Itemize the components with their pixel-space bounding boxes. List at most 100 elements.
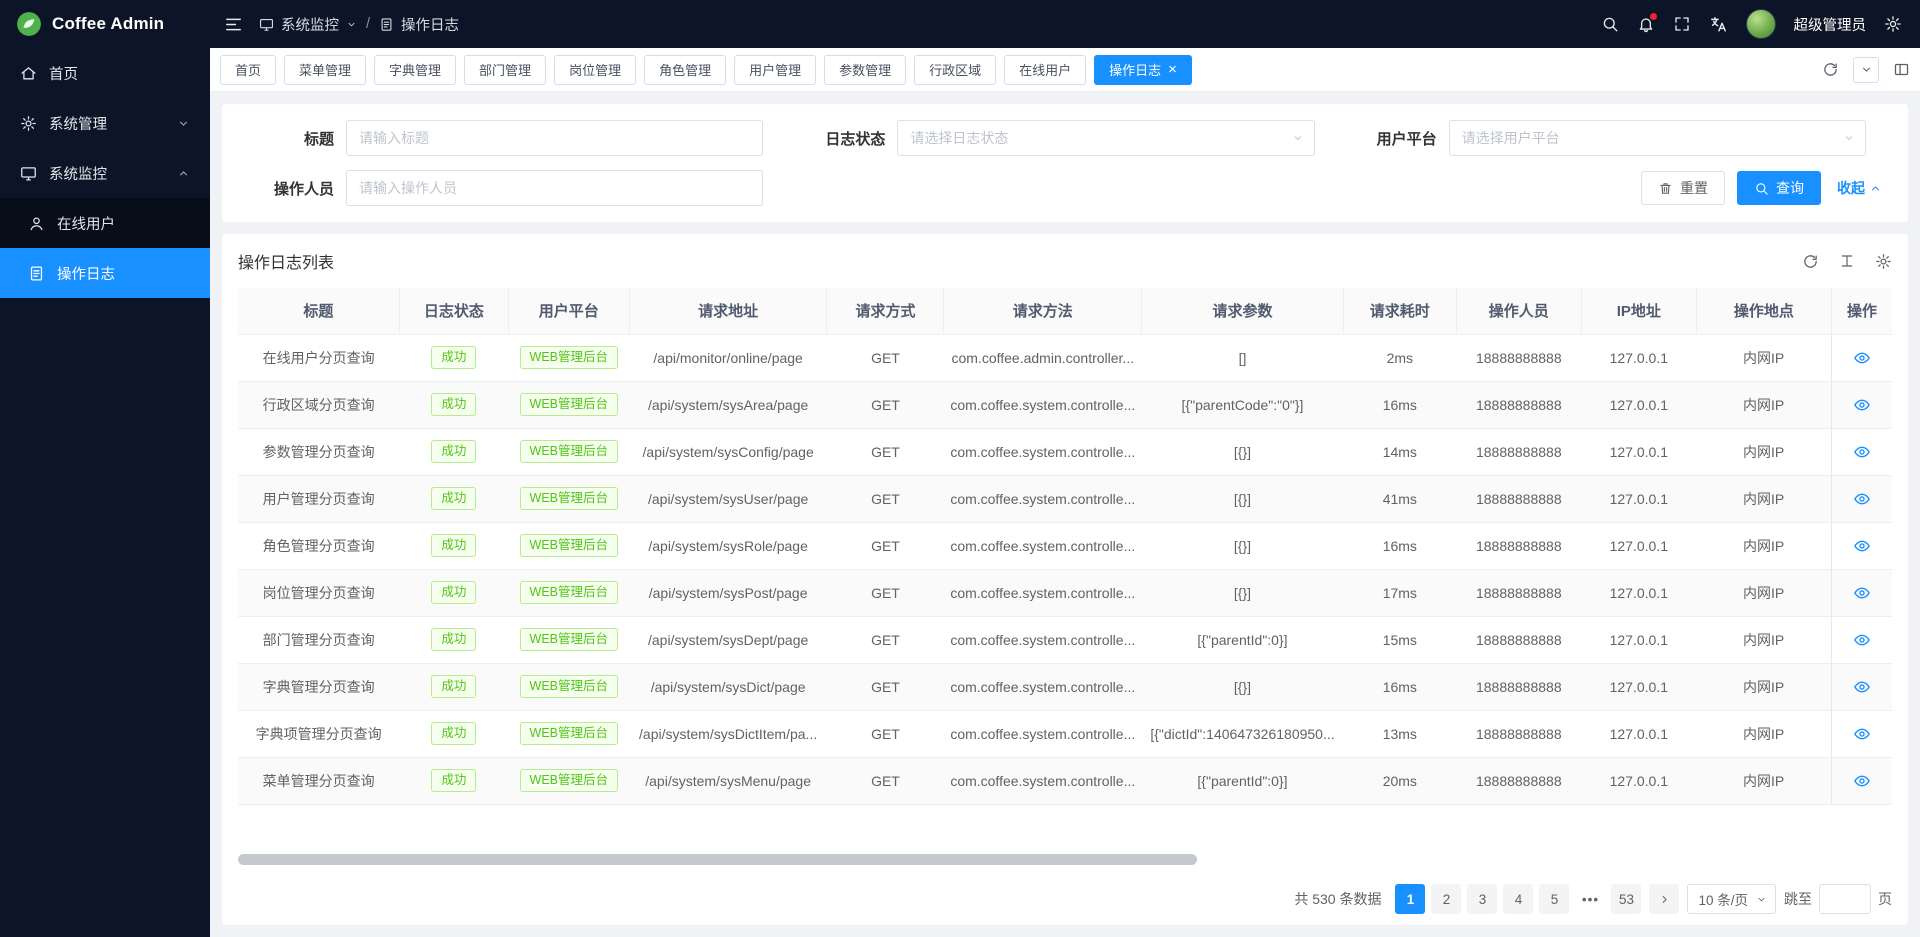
column-header: 标题 [238, 288, 399, 334]
platform-filter-select[interactable]: 请选择用户平台 [1449, 120, 1866, 156]
page-button-5[interactable]: 5 [1539, 884, 1569, 914]
refresh-tab-button[interactable] [1822, 61, 1839, 78]
cell-actions [1831, 710, 1892, 757]
operator-filter-input[interactable] [346, 170, 763, 206]
status-tag: 成功 [431, 346, 476, 369]
cell-operator: 18888888888 [1456, 428, 1581, 475]
tab-actions-dropdown[interactable] [1853, 57, 1879, 83]
platform-tag: WEB管理后台 [520, 581, 618, 604]
cell-request-method: GET [827, 334, 944, 381]
view-detail-button[interactable] [1853, 396, 1871, 414]
view-detail-button[interactable] [1853, 443, 1871, 461]
eye-icon [1853, 490, 1871, 508]
platform-tag: WEB管理后台 [520, 769, 618, 792]
collapse-filter-label: 收起 [1837, 178, 1865, 198]
scrollbar-thumb[interactable] [238, 854, 1197, 865]
cell-request-url: /api/system/sysConfig/page [629, 428, 827, 475]
chevron-down-icon[interactable] [346, 19, 357, 30]
page-button-4[interactable]: 4 [1503, 884, 1533, 914]
status-tag: 成功 [431, 534, 476, 557]
tab-参数管理[interactable]: 参数管理 [824, 55, 906, 85]
notification-badge [1650, 13, 1657, 20]
view-detail-button[interactable] [1853, 631, 1871, 649]
search-button[interactable]: 查询 [1737, 171, 1821, 205]
breadcrumb-section[interactable]: 系统监控 [281, 14, 339, 35]
sidebar-item-operation-log[interactable]: 操作日志 [0, 248, 210, 298]
tabbar: 首页 菜单管理 字典管理部门管理岗位管理角色管理用户管理参数管理行政区域在线用户操作… [210, 48, 1920, 92]
platform-tag: WEB管理后台 [520, 487, 618, 510]
language-switch-button[interactable] [1709, 15, 1728, 34]
table-row: 部门管理分页查询成功WEB管理后台/api/system/sysDept/pag… [238, 616, 1892, 663]
layout-toggle-button[interactable] [1893, 61, 1910, 78]
sidebar-item-home[interactable]: 首页 [0, 48, 210, 98]
tab-首页[interactable]: 首页 [220, 55, 276, 85]
tab-菜单管理[interactable]: 菜单管理 [284, 55, 366, 85]
page-button-2[interactable]: 2 [1431, 884, 1461, 914]
cell-platform: WEB管理后台 [508, 757, 629, 804]
title-filter-input[interactable] [346, 120, 763, 156]
page-button-53[interactable]: 53 [1611, 884, 1641, 914]
fullscreen-button[interactable] [1673, 15, 1691, 33]
tab-在线用户[interactable]: 在线用户 [1004, 55, 1086, 85]
cell-request-cost: 20ms [1343, 757, 1456, 804]
tab-tools [1810, 57, 1910, 83]
search-icon [1754, 181, 1769, 196]
breadcrumb-page: 操作日志 [401, 14, 459, 35]
cell-request-function: com.coffee.admin.controller... [944, 334, 1142, 381]
tab-岗位管理[interactable]: 岗位管理 [554, 55, 636, 85]
sidebar-collapse-button[interactable] [224, 15, 243, 34]
table-row: 角色管理分页查询成功WEB管理后台/api/system/sysRole/pag… [238, 522, 1892, 569]
tab-部门管理[interactable]: 部门管理 [464, 55, 546, 85]
cell-request-params: [{}] [1142, 569, 1344, 616]
view-detail-button[interactable] [1853, 584, 1871, 602]
page-button-3[interactable]: 3 [1467, 884, 1497, 914]
cell-actions [1831, 663, 1892, 710]
column-settings-button[interactable] [1875, 253, 1892, 270]
cell-request-method: GET [827, 616, 944, 663]
view-detail-button[interactable] [1853, 537, 1871, 555]
platform-filter-placeholder: 请选择用户平台 [1462, 128, 1560, 148]
next-page-button[interactable] [1649, 884, 1679, 914]
cell-request-cost: 14ms [1343, 428, 1456, 475]
tab-label: 菜单管理 [299, 60, 351, 79]
tab-字典管理[interactable]: 字典管理 [374, 55, 456, 85]
view-detail-button[interactable] [1853, 678, 1871, 696]
settings-button[interactable] [1884, 15, 1902, 33]
notifications-button[interactable] [1637, 15, 1655, 33]
tab-用户管理[interactable]: 用户管理 [734, 55, 816, 85]
row-density-button[interactable] [1839, 253, 1855, 269]
gear-icon [1875, 253, 1892, 270]
tab-操作日志[interactable]: 操作日志× [1094, 55, 1192, 85]
view-detail-button[interactable] [1853, 725, 1871, 743]
view-detail-button[interactable] [1853, 349, 1871, 367]
sidebar-item-online-users[interactable]: 在线用户 [0, 198, 210, 248]
sidebar-item-system-monitor[interactable]: 系统监控 [0, 148, 210, 198]
cell-actions [1831, 757, 1892, 804]
view-detail-button[interactable] [1853, 490, 1871, 508]
tab-行政区域[interactable]: 行政区域 [914, 55, 996, 85]
cell-ip: 127.0.0.1 [1581, 710, 1696, 757]
global-search-button[interactable] [1601, 15, 1619, 33]
refresh-table-button[interactable] [1802, 253, 1819, 270]
tab-close-icon[interactable]: × [1168, 62, 1177, 77]
row-height-icon [1839, 253, 1855, 269]
status-tag: 成功 [431, 440, 476, 463]
tab-角色管理[interactable]: 角色管理 [644, 55, 726, 85]
collapse-filter-button[interactable]: 收起 [1837, 178, 1882, 198]
tab-label: 首页 [235, 60, 261, 79]
view-detail-button[interactable] [1853, 772, 1871, 790]
table-row: 字典管理分页查询成功WEB管理后台/api/system/sysDict/pag… [238, 663, 1892, 710]
avatar[interactable] [1746, 9, 1776, 39]
cell-ip: 127.0.0.1 [1581, 522, 1696, 569]
cell-platform: WEB管理后台 [508, 616, 629, 663]
sidebar-item-system-management[interactable]: 系统管理 [0, 98, 210, 148]
page-button-1[interactable]: 1 [1395, 884, 1425, 914]
cell-ip: 127.0.0.1 [1581, 334, 1696, 381]
status-filter-select[interactable]: 请选择日志状态 [897, 120, 1314, 156]
menu-label: 首页 [49, 63, 78, 84]
username[interactable]: 超级管理员 [1794, 14, 1867, 35]
page-size-select[interactable]: 10 条/页 [1687, 884, 1776, 914]
operator-filter-label: 操作人员 [238, 178, 346, 199]
jump-page-input[interactable] [1819, 884, 1871, 914]
reset-button[interactable]: 重置 [1641, 171, 1725, 205]
